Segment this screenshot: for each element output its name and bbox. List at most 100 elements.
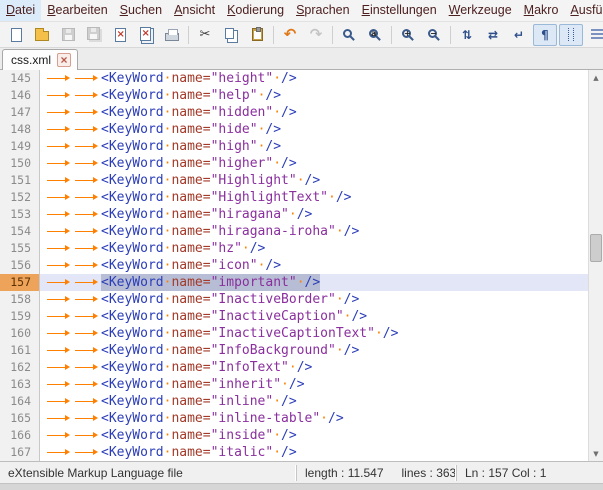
copy-icon: [225, 28, 234, 39]
scroll-down-icon[interactable]: ▼: [589, 446, 603, 461]
show-all-characters-button[interactable]: ¶: [533, 24, 557, 46]
menu-datei[interactable]: Datei: [0, 0, 41, 21]
save-all-icon: [87, 27, 100, 40]
tab-whitespace-icon: [45, 291, 73, 308]
code-line-body: <KeyWord·name="Highlight"·/>: [40, 172, 588, 189]
code-line-155[interactable]: 155<KeyWord·name="hz"·/>: [0, 240, 588, 257]
code-line-159[interactable]: 159<KeyWord·name="InactiveCaption"·/>: [0, 308, 588, 325]
code-line-149[interactable]: 149<KeyWord·name="high"·/>: [0, 138, 588, 155]
menu-ansicht[interactable]: Ansicht: [168, 0, 221, 21]
close-all-button[interactable]: [134, 24, 158, 46]
code-line-158[interactable]: 158<KeyWord·name="InactiveBorder"·/>: [0, 291, 588, 308]
replace-icon: a: [369, 29, 378, 38]
menu-kodierung[interactable]: Kodierung: [221, 0, 290, 21]
tab-whitespace-icon: [45, 87, 73, 104]
scroll-up-icon[interactable]: ▲: [589, 70, 603, 85]
tab-css-xml[interactable]: css.xml ×: [2, 49, 78, 70]
code-line-body: <KeyWord·name="HighlightText"·/>: [40, 189, 588, 206]
code-line-162[interactable]: 162<KeyWord·name="InfoText"·/>: [0, 359, 588, 376]
code-line-152[interactable]: 152<KeyWord·name="HighlightText"·/>: [0, 189, 588, 206]
tab-close-icon[interactable]: ×: [57, 53, 71, 67]
status-lines: lines : 363: [402, 465, 456, 481]
replace-button[interactable]: a: [363, 24, 387, 46]
show-indent-guide-button[interactable]: [559, 24, 583, 46]
function-list-button[interactable]: [585, 24, 603, 46]
code-line-166[interactable]: 166<KeyWord·name="inside"·/>: [0, 427, 588, 444]
tab-whitespace-icon: [45, 257, 73, 274]
save-all-button: [82, 24, 106, 46]
line-number: 158: [0, 291, 40, 308]
code-line-167[interactable]: 167<KeyWord·name="italic"·/>: [0, 444, 588, 461]
zoom-in-icon: +: [402, 29, 411, 38]
code-line-165[interactable]: 165<KeyWord·name="inline-table"·/>: [0, 410, 588, 427]
menu-einstellungen[interactable]: Einstellungen: [356, 0, 443, 21]
code-line-160[interactable]: 160<KeyWord·name="InactiveCaptionText"·/…: [0, 325, 588, 342]
menu-makro[interactable]: Makro: [518, 0, 565, 21]
copy-button[interactable]: [219, 24, 243, 46]
status-bar: eXtensible Markup Language file length :…: [0, 461, 603, 483]
code-line-154[interactable]: 154<KeyWord·name="hiragana-iroha"·/>: [0, 223, 588, 240]
code-line-body: <KeyWord·name="help"·/>: [40, 87, 588, 104]
close-button[interactable]: [108, 24, 132, 46]
code-line-body: <KeyWord·name="InactiveBorder"·/>: [40, 291, 588, 308]
code-text: <KeyWord·name="HighlightText"·/>: [101, 189, 351, 206]
undo-button[interactable]: ↶: [278, 24, 302, 46]
code-line-145[interactable]: 145<KeyWord·name="height"·/>: [0, 70, 588, 87]
code-line-156[interactable]: 156<KeyWord·name="icon"·/>: [0, 257, 588, 274]
code-line-148[interactable]: 148<KeyWord·name="hide"·/>: [0, 121, 588, 138]
editor[interactable]: 145<KeyWord·name="height"·/>146<KeyWord·…: [0, 70, 603, 461]
open-file-button[interactable]: [30, 24, 54, 46]
print-button[interactable]: [160, 24, 184, 46]
code-line-147[interactable]: 147<KeyWord·name="hidden"·/>: [0, 104, 588, 121]
code-line-163[interactable]: 163<KeyWord·name="inherit"·/>: [0, 376, 588, 393]
code-line-body: <KeyWord·name="important"·/>: [40, 274, 588, 291]
tab-whitespace-icon: [73, 155, 101, 172]
vertical-scrollbar[interactable]: ▲ ▼: [588, 70, 603, 461]
code-line-body: <KeyWord·name="inherit"·/>: [40, 376, 588, 393]
redo-icon: ↷: [310, 27, 323, 42]
code-line-body: <KeyWord·name="inline-table"·/>: [40, 410, 588, 427]
cut-button[interactable]: ✂: [193, 24, 217, 46]
line-number: 159: [0, 308, 40, 325]
code-text: <KeyWord·name="high"·/>: [101, 138, 281, 155]
tab-whitespace-icon: [73, 274, 101, 291]
zoom-in-button[interactable]: +: [396, 24, 420, 46]
code-line-150[interactable]: 150<KeyWord·name="higher"·/>: [0, 155, 588, 172]
line-number: 164: [0, 393, 40, 410]
code-line-body: <KeyWord·name="high"·/>: [40, 138, 588, 155]
menu-sprachen[interactable]: Sprachen: [290, 0, 356, 21]
toolbar: ✂ ↶ ↷ a + −⇅ ⇄ ↵¶: [0, 22, 603, 48]
menu-suchen[interactable]: Suchen: [114, 0, 168, 21]
find-button[interactable]: [337, 24, 361, 46]
new-file-button[interactable]: [4, 24, 28, 46]
code-line-153[interactable]: 153<KeyWord·name="hiragana"·/>: [0, 206, 588, 223]
menu-bearbeiten[interactable]: Bearbeiten: [41, 0, 113, 21]
scrollbar-thumb[interactable]: [590, 234, 602, 262]
word-wrap-button[interactable]: ↵: [507, 24, 531, 46]
tab-whitespace-icon: [45, 104, 73, 121]
code-text: <KeyWord·name="important"·/>: [101, 274, 320, 291]
zoom-out-button[interactable]: −: [422, 24, 446, 46]
paste-button[interactable]: [245, 24, 269, 46]
code-line-151[interactable]: 151<KeyWord·name="Highlight"·/>: [0, 172, 588, 189]
sync-horizontal-icon: ⇄: [488, 29, 498, 41]
tab-whitespace-icon: [45, 223, 73, 240]
code-text: <KeyWord·name="inline-table"·/>: [101, 410, 344, 427]
menu-werkzeuge[interactable]: Werkzeuge: [443, 0, 518, 21]
tab-whitespace-icon: [73, 376, 101, 393]
line-number: 167: [0, 444, 40, 461]
sync-horizontal-button[interactable]: ⇄: [481, 24, 505, 46]
editor-lines: 145<KeyWord·name="height"·/>146<KeyWord·…: [0, 70, 588, 461]
sync-vertical-button[interactable]: ⇅: [455, 24, 479, 46]
code-line-164[interactable]: 164<KeyWord·name="inline"·/>: [0, 393, 588, 410]
close-icon: [115, 28, 126, 42]
tab-whitespace-icon: [45, 410, 73, 427]
menu-ausführen[interactable]: Ausführen: [564, 0, 603, 21]
code-line-157[interactable]: 157<KeyWord·name="important"·/>: [0, 274, 588, 291]
code-text: <KeyWord·name="help"·/>: [101, 87, 281, 104]
code-line-146[interactable]: 146<KeyWord·name="help"·/>: [0, 87, 588, 104]
open-file-icon: [35, 31, 49, 41]
tab-whitespace-icon: [45, 155, 73, 172]
code-line-body: <KeyWord·name="hiragana-iroha"·/>: [40, 223, 588, 240]
code-line-161[interactable]: 161<KeyWord·name="InfoBackground"·/>: [0, 342, 588, 359]
